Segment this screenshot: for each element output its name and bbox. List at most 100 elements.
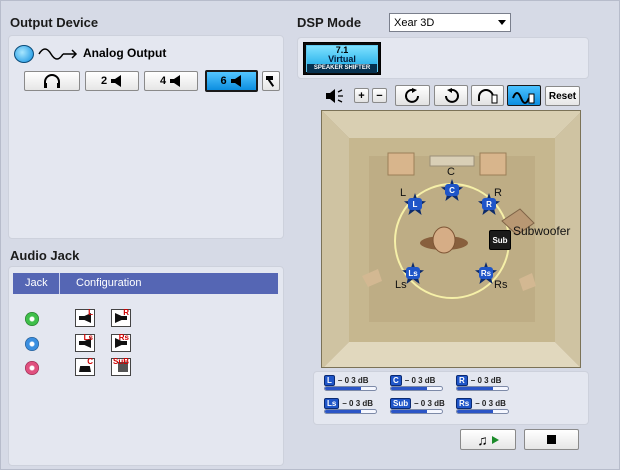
speaker-left-label: L [400,187,407,199]
level-Rs-slider[interactable] [456,409,509,414]
level-Ls-tag: Ls [324,398,340,409]
speaker-icon [170,75,181,87]
speaker-icon [111,75,122,87]
4-speaker-label: 4 [159,75,167,87]
level-R: R – 0 3 dB [456,375,501,386]
config-sub-R: R [123,308,129,317]
speaker-ls-badge: Ls [406,267,420,279]
subwoofer-label: Subwoofer [513,224,571,238]
rotate-counterclockwise-button[interactable] [434,85,468,106]
blue-jack-icon [25,337,39,351]
config-icon-R[interactable]: R [111,308,131,327]
dsp-mode-select[interactable]: Xear 3D [389,13,511,32]
level-Sub: Sub – 0 3 dB [390,398,445,409]
speaker-ls-label: Ls [395,279,407,291]
level-Ls: Ls – 0 3 dB [324,398,373,409]
headphones-button[interactable] [24,71,80,91]
stop-button[interactable] [524,429,579,450]
headphone-hand-icon [477,88,497,103]
level-R-tag: R [456,375,468,386]
level-C-slider[interactable] [390,386,443,391]
minus-icon: − [376,89,383,102]
config-sub-Rs: Rs [118,333,129,342]
config-icon-L[interactable]: L [75,308,95,327]
subwoofer-speaker[interactable]: Sub [489,230,511,250]
config-icon-Ls[interactable]: Ls [75,333,95,352]
speaker-center[interactable]: C [441,179,463,201]
analog-output-icon [14,45,34,63]
level-Ls-slider[interactable] [324,409,377,414]
level-C-tag: C [390,375,402,386]
speaker-left-badge: L [408,198,422,210]
level-C-value: – 0 3 dB [404,376,436,385]
wave-hand-icon [512,91,535,104]
config-icon-Rs[interactable]: Rs [111,333,131,352]
play-button[interactable]: ♫ [460,429,516,450]
6-speaker-label: 6 [220,75,227,87]
output-device-title: Output Device [10,15,99,30]
config-icon-C[interactable]: C [75,357,95,376]
level-Ls-value: – 0 3 dB [342,399,374,408]
wave-test-button[interactable] [507,85,541,106]
config-sub-Ls: Ls [83,333,93,342]
speaker-rs-badge: Rs [479,267,493,279]
waveform-icon [38,45,78,63]
4-speaker-button[interactable]: 4 [144,71,198,91]
speaker-right-badge: R [482,198,496,210]
rotate-clockwise-button[interactable] [395,85,430,106]
jack-column-header: Jack [25,277,48,289]
output-device-panel [8,35,284,239]
chevron-down-icon [498,20,506,25]
config-sub-C: C [87,357,93,366]
room-walls [322,111,580,367]
dsp-mode-title: DSP Mode [297,15,362,30]
config-sub-L: L [88,308,93,317]
plus-icon: + [358,89,365,102]
settings-button[interactable] [262,71,280,91]
speaker-rs-label: Rs [494,279,508,291]
level-R-value: – 0 3 dB [470,376,502,385]
level-L-tag: L [324,375,335,386]
level-Sub-slider[interactable] [390,409,443,414]
audio-jack-panel [8,266,284,466]
level-Rs-tag: Rs [456,398,473,409]
level-L-slider[interactable] [324,386,377,391]
6-speaker-button[interactable]: 6 [205,70,258,92]
zoom-in-button[interactable]: + [354,88,369,103]
speaker-right-label: R [494,187,502,199]
audio-jack-title: Audio Jack [10,248,80,263]
level-Sub-value: – 0 3 dB [414,399,445,408]
jack-table-header: Jack Configuration [13,273,278,294]
virtual-speaker-shifter-badge[interactable]: 7.1 Virtual SPEAKER SHIFTER [303,42,381,75]
level-L: L – 0 3 dB [324,375,369,386]
music-note-icon: ♫ [477,431,488,448]
config-sub-SuB: SuB [113,357,129,366]
level-C: C – 0 3 dB [390,375,435,386]
headphone-test-button[interactable] [471,85,504,106]
speaker-room-view[interactable]: C C L L R R Sub Subwoofer Ls Ls Rs Rs [321,110,581,368]
config-icon-sub[interactable]: SuB [111,357,131,376]
reset-button[interactable]: Reset [545,86,580,106]
play-icon [491,435,499,444]
level-Rs-value: – 0 3 dB [475,399,506,408]
speaker-center-badge: C [445,184,459,196]
rotate-cw-icon [404,87,419,103]
speaker-left[interactable]: L [404,193,426,215]
level-Sub-tag: Sub [390,398,412,409]
configuration-column-header: Configuration [76,277,142,289]
speaker-center-label: C [447,166,455,178]
hammer-icon [266,76,275,87]
subwoofer-badge: Sub [492,236,508,245]
pink-jack-icon [25,361,39,375]
2-speaker-label: 2 [100,75,108,87]
rotate-ccw-icon [445,87,459,103]
stop-icon [547,435,556,444]
2-speaker-button[interactable]: 2 [85,71,139,91]
level-L-value: – 0 3 dB [337,376,369,385]
speaker-volume-icon [325,88,345,104]
speaker-icon [230,75,241,87]
level-R-slider[interactable] [456,386,509,391]
zoom-out-button[interactable]: − [372,88,387,103]
main-window: Output Device Analog Output 2 4 6 Audio … [0,0,620,470]
level-Rs: Rs – 0 3 dB [456,398,506,409]
